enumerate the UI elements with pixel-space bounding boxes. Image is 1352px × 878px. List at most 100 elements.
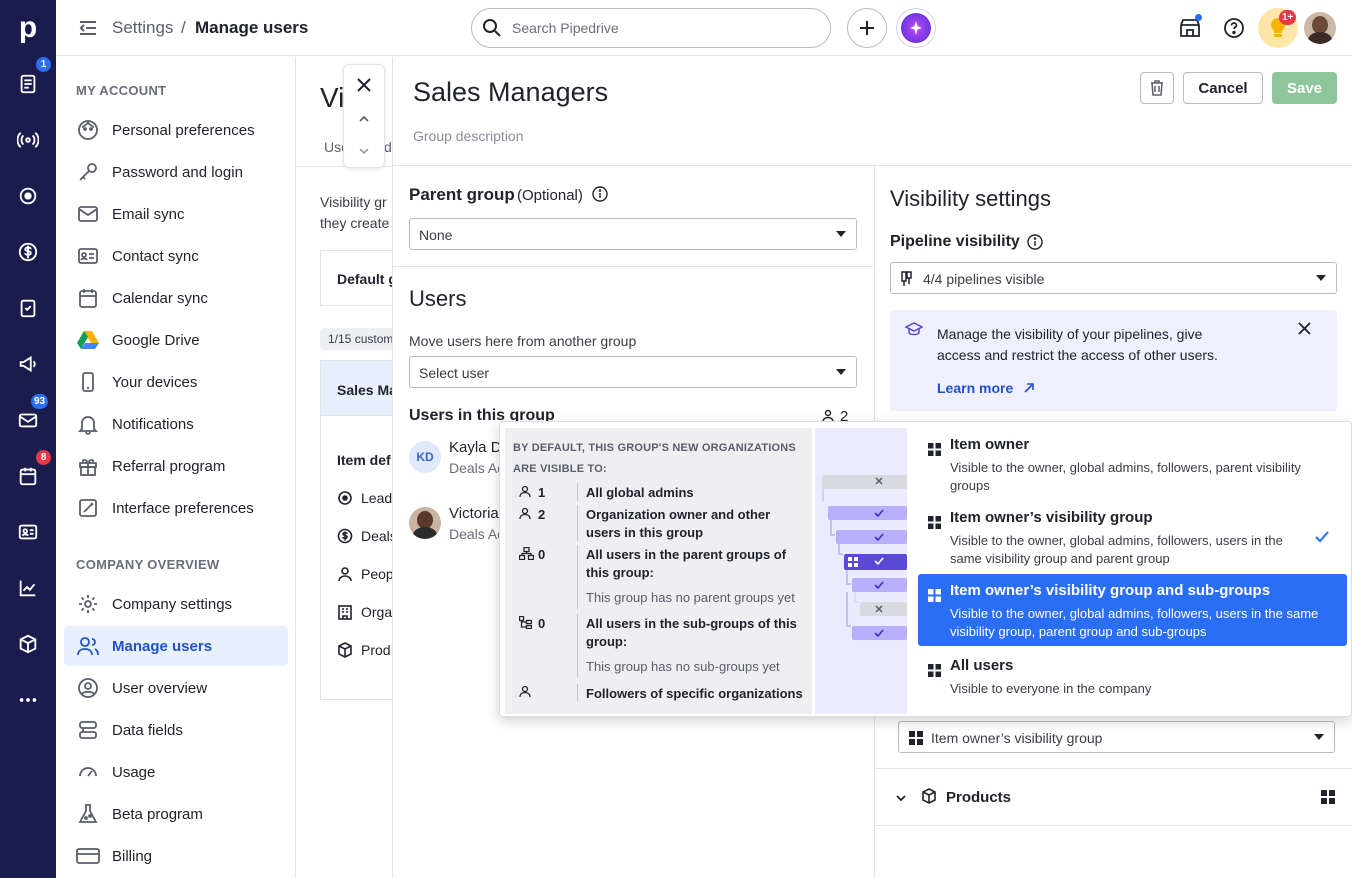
parent-group-label: Parent group xyxy=(409,185,515,204)
option-description: Visible to the owner, global admins, fol… xyxy=(950,606,1319,639)
rail-campaigns[interactable] xyxy=(0,336,56,392)
close-drawer-button[interactable] xyxy=(356,77,372,96)
sidebar-item-interface-preferences[interactable]: Interface preferences xyxy=(64,488,288,528)
rail-calendar[interactable]: 8 xyxy=(0,448,56,504)
sales-managers-card[interactable]: Sales Ma xyxy=(320,360,400,416)
rail-deals[interactable] xyxy=(0,224,56,280)
organizations-visibility-select[interactable]: Item owner’s visibility group xyxy=(898,721,1335,753)
sidebar-item-password-login[interactable]: Password and login xyxy=(64,152,288,192)
row-subtext: This group has no sub-groups yet xyxy=(586,659,780,674)
pipeline-visibility-select[interactable]: 4/4 pipelines visible xyxy=(890,262,1337,294)
marketplace-icon[interactable] xyxy=(1178,14,1202,43)
rail-inbox[interactable]: 93 xyxy=(0,392,56,448)
tab-visibility[interactable]: d xyxy=(384,139,392,155)
sidebar-item-billing[interactable]: Billing xyxy=(64,836,288,876)
user-avatar-kd: KD xyxy=(409,441,441,473)
sidebar-item-beta-program[interactable]: Beta program xyxy=(64,794,288,834)
product-box-icon xyxy=(921,788,937,807)
products-visibility-row[interactable]: Products xyxy=(875,769,1352,825)
delete-group-button[interactable] xyxy=(1140,72,1174,104)
sidebar-item-your-devices[interactable]: Your devices xyxy=(64,362,288,402)
option-all-users[interactable]: All users Visible to everyone in the com… xyxy=(918,649,1347,705)
sidebar-item-contact-sync[interactable]: Contact sync xyxy=(64,236,288,276)
pipedrive-logo[interactable]: p xyxy=(0,0,56,56)
option-item-owner-visibility-group-and-subgroups[interactable]: Item owner’s visibility group and sub-gr… xyxy=(918,574,1347,646)
rail-leads[interactable]: 1 xyxy=(0,56,56,112)
visibility-desc-line1: Visibility gr xyxy=(320,194,387,210)
menu-collapse-icon[interactable] xyxy=(78,18,98,41)
sidebar-item-email-sync[interactable]: Email sync xyxy=(64,194,288,234)
dismiss-banner-button[interactable] xyxy=(1298,322,1311,338)
sidebar-item-personal-preferences[interactable]: Personal preferences xyxy=(64,110,288,150)
select-user-dropdown[interactable]: Select user xyxy=(409,356,857,388)
add-button[interactable] xyxy=(847,8,887,48)
row-count: 2 xyxy=(538,507,546,522)
grid-icon xyxy=(928,589,941,602)
group-description-input[interactable]: Group description xyxy=(413,128,524,144)
info-icon[interactable] xyxy=(1027,234,1043,253)
search-input[interactable]: Search Pipedrive xyxy=(471,8,831,48)
rail-insights[interactable] xyxy=(0,560,56,616)
caret-down-icon xyxy=(1316,275,1326,281)
group-name-input[interactable]: Sales Managers xyxy=(413,77,608,108)
visibility-options-dropdown: BY DEFAULT, THIS GROUP'S NEW ORGANIZATIO… xyxy=(499,421,1352,717)
rail-focus[interactable] xyxy=(0,168,56,224)
ai-assistant-button[interactable] xyxy=(896,8,936,48)
page-title: Vi xyxy=(320,82,345,113)
help-icon[interactable] xyxy=(1223,17,1245,42)
entity-people: Peop xyxy=(361,566,394,582)
row-text: All users in the parent groups of this g… xyxy=(586,547,787,580)
grid-icon xyxy=(928,664,941,677)
close-icon xyxy=(1298,322,1311,335)
chart-icon xyxy=(19,580,36,597)
option-item-owner-visibility-group[interactable]: Item owner’s visibility group Visible to… xyxy=(918,501,1347,571)
rail-activities-list[interactable] xyxy=(0,280,56,336)
rail-products[interactable] xyxy=(0,616,56,672)
sidebar-item-company-settings[interactable]: Company settings xyxy=(64,584,288,624)
sidebar-item-notifications[interactable]: Notifications xyxy=(64,404,288,444)
user-name[interactable]: Kayla D xyxy=(449,439,502,456)
breadcrumb-current: Manage users xyxy=(195,18,309,37)
row-text: All users in the sub-groups of this grou… xyxy=(586,616,797,649)
parent-group-select[interactable]: None xyxy=(409,218,857,250)
previous-button[interactable] xyxy=(358,111,370,127)
save-label: Save xyxy=(1286,79,1323,97)
calendar-icon xyxy=(19,467,37,486)
contact-card-icon xyxy=(18,524,38,540)
grid-icon xyxy=(909,731,923,748)
sidebar-item-google-drive[interactable]: Google Drive xyxy=(64,320,288,360)
info-icon[interactable] xyxy=(592,186,608,205)
sidebar-item-calendar-sync[interactable]: Calendar sync xyxy=(64,278,288,318)
next-button[interactable] xyxy=(358,143,370,159)
rail-more[interactable] xyxy=(0,672,56,728)
row-separator xyxy=(577,505,578,541)
sidebar-item-user-overview[interactable]: User overview xyxy=(64,668,288,708)
user-avatar[interactable] xyxy=(1304,12,1336,44)
chevron-down-icon xyxy=(359,148,369,155)
pipeline-visibility-label: Pipeline visibility xyxy=(890,233,1020,250)
sidebar-item-data-fields[interactable]: Data fields xyxy=(64,710,288,750)
save-button[interactable]: Save xyxy=(1272,72,1337,104)
cancel-button[interactable]: Cancel xyxy=(1183,72,1263,104)
learn-more-link[interactable]: Learn more xyxy=(937,380,1013,396)
tips-button[interactable]: 1+ xyxy=(1258,8,1298,48)
bell-icon xyxy=(76,412,100,436)
row-count: 0 xyxy=(538,616,546,631)
option-title: Item owner’s visibility group and sub-gr… xyxy=(950,582,1271,599)
row-separator xyxy=(577,614,578,678)
sidebar-item-label: User overview xyxy=(112,679,208,697)
sidebar-item-referral-program[interactable]: Referral program xyxy=(64,446,288,486)
breadcrumb-settings[interactable]: Settings xyxy=(112,18,173,38)
rail-contacts[interactable] xyxy=(0,504,56,560)
product-box-icon xyxy=(337,642,353,661)
hierarchy-illustration-icon xyxy=(822,475,907,640)
rail-deals-radar[interactable] xyxy=(0,112,56,168)
sidebar-item-usage[interactable]: Usage xyxy=(64,752,288,792)
item-defaults-label: Item def xyxy=(337,452,391,468)
visibility-summary-panel: BY DEFAULT, THIS GROUP'S NEW ORGANIZATIO… xyxy=(505,428,812,714)
option-title: Item owner’s visibility group xyxy=(950,509,1153,526)
user-name[interactable]: Victoria xyxy=(449,505,499,522)
option-item-owner[interactable]: Item owner Visible to the owner, global … xyxy=(918,428,1347,498)
default-group-card[interactable]: Default g xyxy=(320,250,400,306)
sidebar-item-manage-users[interactable]: Manage users xyxy=(64,626,288,666)
